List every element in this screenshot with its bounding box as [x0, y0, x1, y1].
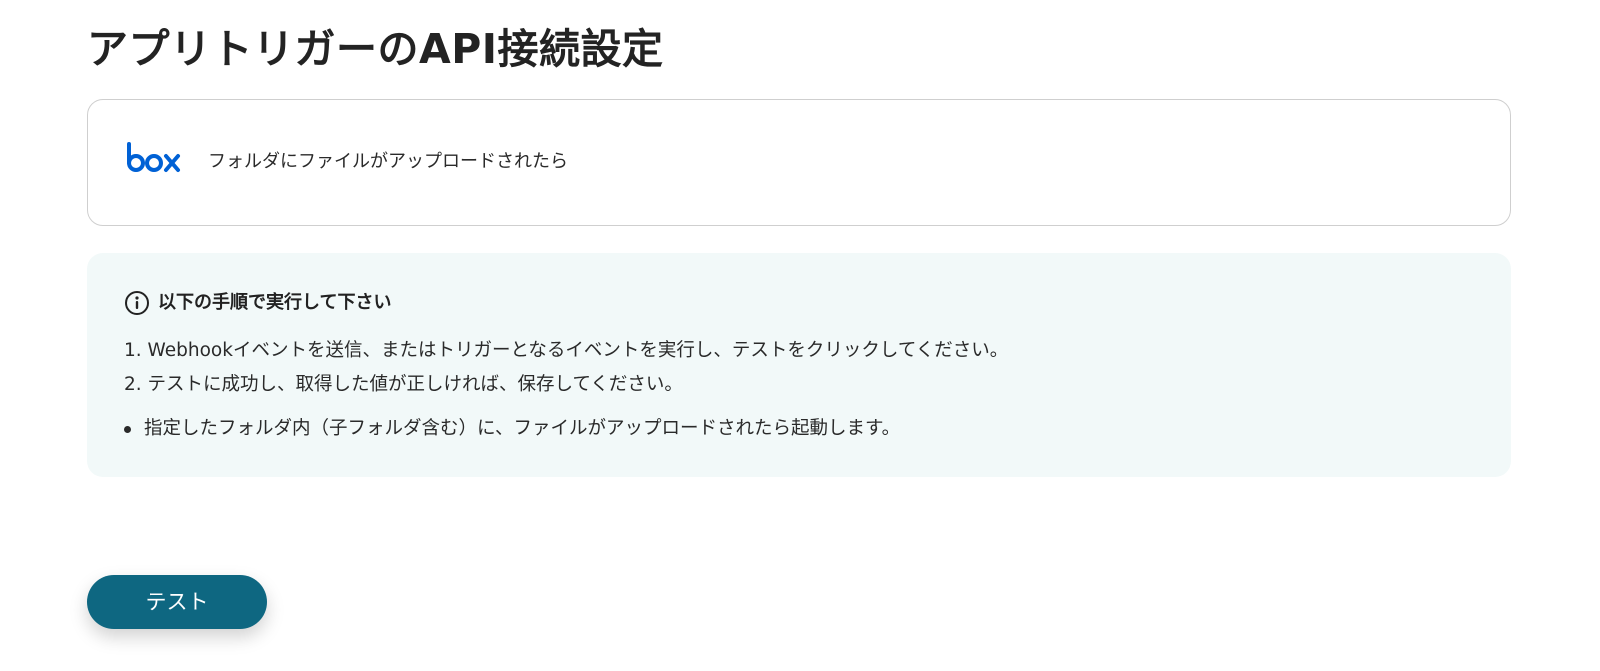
instruction-step: 2. テストに成功し、取得した値が正しければ、保存してください。	[124, 374, 683, 395]
instruction-step: 1. Webhookイベントを送信、またはトリガーとなるイベントを実行し、テスト…	[124, 340, 1009, 361]
bullet-dot-icon	[124, 425, 131, 433]
info-icon	[125, 291, 149, 315]
instruction-steps: 1. Webhookイベントを送信、またはトリガーとなるイベントを実行し、テスト…	[124, 334, 1008, 402]
instructions-title: 以下の手順で実行して下さい	[158, 292, 392, 313]
instruction-note-text: 指定したフォルダ内（子フォルダ含む）に、ファイルがアップロードされたら起動します…	[144, 418, 901, 439]
box-logo-icon	[127, 142, 180, 172]
instructions-header: 以下の手順で実行して下さい	[124, 290, 391, 316]
page-title: アプリトリガーのAPI接続設定	[87, 25, 664, 73]
instructions-panel: 以下の手順で実行して下さい 1. Webhookイベントを送信、またはトリガーと…	[87, 253, 1511, 477]
instruction-note: 指定したフォルダ内（子フォルダ含む）に、ファイルがアップロードされたら起動します…	[124, 412, 900, 446]
trigger-card[interactable]: フォルダにファイルがアップロードされたら	[87, 99, 1511, 226]
test-button[interactable]: テスト	[87, 575, 267, 629]
trigger-label: フォルダにファイルがアップロードされたら	[208, 151, 568, 172]
